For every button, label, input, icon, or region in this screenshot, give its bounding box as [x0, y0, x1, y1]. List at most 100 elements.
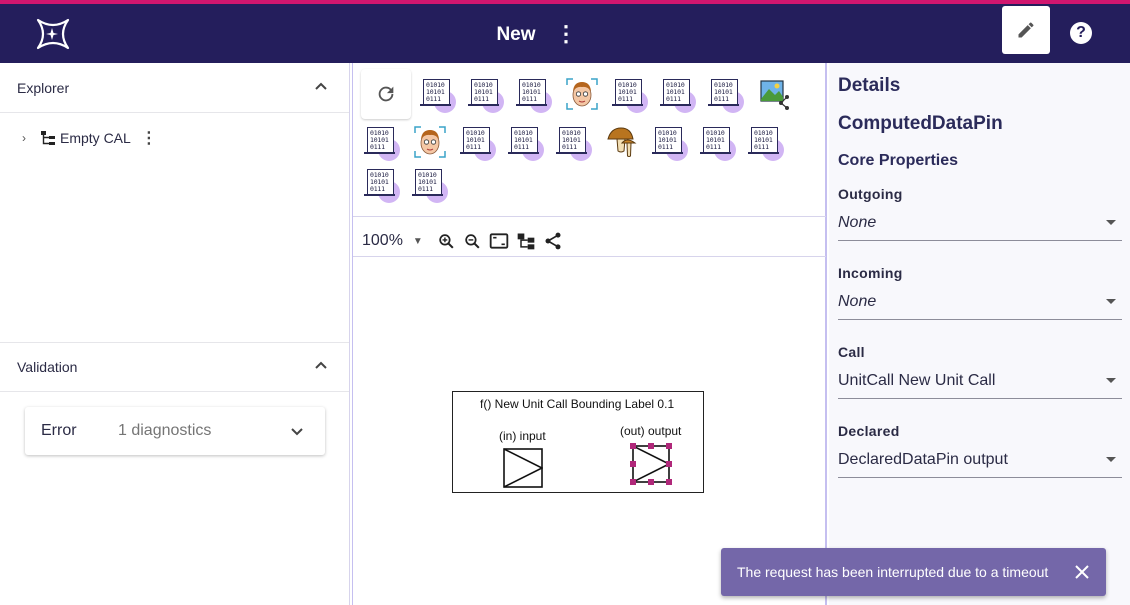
palette-item-binary-data-icon[interactable]: 01010 10101 0111	[660, 77, 699, 115]
binary-data-icon: 01010 10101 0111	[748, 127, 779, 154]
output-pin-selected[interactable]	[630, 443, 672, 485]
field-underline	[838, 319, 1122, 320]
declared-field[interactable]: Declared DeclaredDataPin output	[838, 423, 1122, 489]
caret-down-icon[interactable]: ▼	[413, 236, 423, 247]
caret-down-icon[interactable]	[1106, 220, 1116, 225]
outgoing-field[interactable]: Outgoing None	[838, 186, 1122, 252]
diagram-editor: 01010 10101 0111 01010 10101 0111 01010 10101 01…	[352, 63, 827, 605]
more-vert-icon[interactable]: ⋮	[555, 21, 577, 47]
fit-screen-icon[interactable]	[489, 231, 509, 251]
binary-data-icon: 01010 10101 0111	[364, 127, 395, 154]
chevron-down-icon[interactable]	[289, 423, 305, 439]
avatar-face-icon	[566, 78, 598, 110]
output-pin-label: (out) output	[620, 424, 682, 438]
binary-data-icon: 01010 10101 0111	[556, 127, 587, 154]
caret-down-icon[interactable]	[1106, 378, 1116, 383]
function-symbol: f()	[480, 397, 492, 411]
explorer-header[interactable]: Explorer	[0, 63, 349, 113]
field-underline	[838, 477, 1122, 478]
help-icon[interactable]: ?	[1070, 22, 1092, 44]
chevron-up-icon[interactable]	[313, 358, 329, 374]
input-pin[interactable]	[503, 448, 543, 488]
timeout-snackbar: The request has been interrupted due to …	[721, 548, 1106, 596]
diagnostic-level: Error	[41, 422, 77, 439]
palette-item-binary-data-icon[interactable]: 01010 10101 0111	[460, 125, 499, 163]
field-label: Declared	[838, 423, 900, 439]
field-underline	[838, 398, 1122, 399]
details-title: Details	[838, 75, 901, 96]
more-vert-icon[interactable]: ⋮	[141, 128, 157, 148]
palette-item-binary-data-icon[interactable]: 01010 10101 0111	[748, 125, 787, 163]
binary-data-icon: 01010 10101 0111	[652, 127, 683, 154]
palette-item-binary-data-icon[interactable]: 01010 10101 0111	[364, 125, 403, 163]
zoom-level-select[interactable]: 100%	[362, 232, 403, 250]
layout-tree-icon[interactable]	[516, 231, 536, 251]
binary-data-icon: 01010 10101 0111	[468, 79, 499, 106]
tree-item-label: Empty CAL	[60, 130, 131, 146]
call-field[interactable]: Call UnitCall New Unit Call	[838, 344, 1122, 410]
palette-item-image-share-icon[interactable]	[757, 77, 795, 115]
palette-item-binary-data-icon[interactable]: 01010 10101 0111	[516, 77, 555, 115]
palette-item-binary-data-icon[interactable]: 01010 10101 0111	[700, 125, 739, 163]
field-label: Call	[838, 344, 865, 360]
incoming-field[interactable]: Incoming None	[838, 265, 1122, 331]
field-value[interactable]: UnitCall New Unit Call	[838, 372, 995, 390]
image-share-icon	[760, 80, 789, 110]
snackbar-message: The request has been interrupted due to …	[737, 564, 1049, 580]
tree-item-empty-cal[interactable]: › Empty CAL ⋮	[22, 127, 157, 149]
section-title: Core Properties	[838, 152, 959, 169]
palette-item-binary-data-icon[interactable]: 01010 10101 0111	[708, 77, 747, 115]
palette-item-mushroom-icon[interactable]	[605, 125, 643, 163]
diagnostic-count: 1 diagnostics	[118, 422, 212, 439]
unit-call-node[interactable]: f() New Unit Call Bounding Label 0.1 (in…	[452, 391, 704, 493]
field-label: Incoming	[838, 265, 903, 281]
palette-item-binary-data-icon[interactable]: 01010 10101 0111	[420, 77, 459, 115]
binary-data-icon: 01010 10101 0111	[700, 127, 731, 154]
field-value[interactable]: DeclaredDataPin output	[838, 451, 1008, 469]
palette-item-binary-data-icon[interactable]: 01010 10101 0111	[412, 167, 451, 205]
node-label-text: New Unit Call Bounding Label 0.1	[494, 397, 675, 411]
caret-down-icon[interactable]	[1106, 299, 1116, 304]
palette-item-binary-data-icon[interactable]: 01010 10101 0111	[364, 167, 403, 205]
app-bar: New ⋮ ?	[0, 4, 1130, 63]
palette-item-binary-data-icon[interactable]: 01010 10101 0111	[652, 125, 691, 163]
palette-item-avatar-face-icon[interactable]	[565, 77, 603, 115]
refresh-icon	[378, 86, 394, 102]
field-value[interactable]: None	[838, 214, 876, 232]
details-panel: Details ComputedDataPin Core Properties …	[829, 63, 1130, 605]
edit-button[interactable]	[1002, 6, 1050, 54]
chevron-right-icon[interactable]: ›	[22, 131, 34, 145]
binary-data-icon: 01010 10101 0111	[420, 79, 451, 106]
zoom-in-icon[interactable]	[437, 232, 456, 251]
chevron-up-icon[interactable]	[313, 79, 329, 95]
field-underline	[838, 240, 1122, 241]
diagram-toolbar: 100% ▼	[362, 231, 570, 251]
input-pin-label: (in) input	[499, 429, 546, 443]
binary-data-icon: 01010 10101 0111	[412, 169, 443, 196]
avatar-face-icon	[414, 126, 446, 158]
binary-data-icon: 01010 10101 0111	[660, 79, 691, 106]
pencil-icon	[1018, 22, 1034, 38]
zoom-out-icon[interactable]	[463, 232, 482, 251]
explorer-title: Explorer	[17, 80, 70, 96]
share-icon[interactable]	[543, 231, 563, 251]
palette-item-binary-data-icon[interactable]: 01010 10101 0111	[508, 125, 547, 163]
binary-data-icon: 01010 10101 0111	[508, 127, 539, 154]
refresh-button[interactable]	[361, 69, 411, 119]
element-type: ComputedDataPin	[838, 113, 1003, 134]
validation-header[interactable]: Validation	[0, 342, 349, 392]
mushroom-icon	[607, 127, 637, 157]
field-label: Outgoing	[838, 186, 903, 202]
binary-data-icon: 01010 10101 0111	[612, 79, 643, 106]
diagnostic-summary[interactable]: Error 1 diagnostics	[25, 407, 325, 455]
close-icon[interactable]	[1072, 562, 1092, 582]
caret-down-icon[interactable]	[1106, 457, 1116, 462]
palette-item-binary-data-icon[interactable]: 01010 10101 0111	[556, 125, 595, 163]
field-value[interactable]: None	[838, 293, 876, 311]
palette-item-avatar-face-icon[interactable]	[413, 125, 451, 163]
palette-item-binary-data-icon[interactable]: 01010 10101 0111	[468, 77, 507, 115]
node-label: f() New Unit Call Bounding Label 0.1	[480, 397, 674, 411]
palette-item-binary-data-icon[interactable]: 01010 10101 0111	[612, 77, 651, 115]
binary-data-icon: 01010 10101 0111	[460, 127, 491, 154]
palette-divider	[353, 216, 826, 217]
